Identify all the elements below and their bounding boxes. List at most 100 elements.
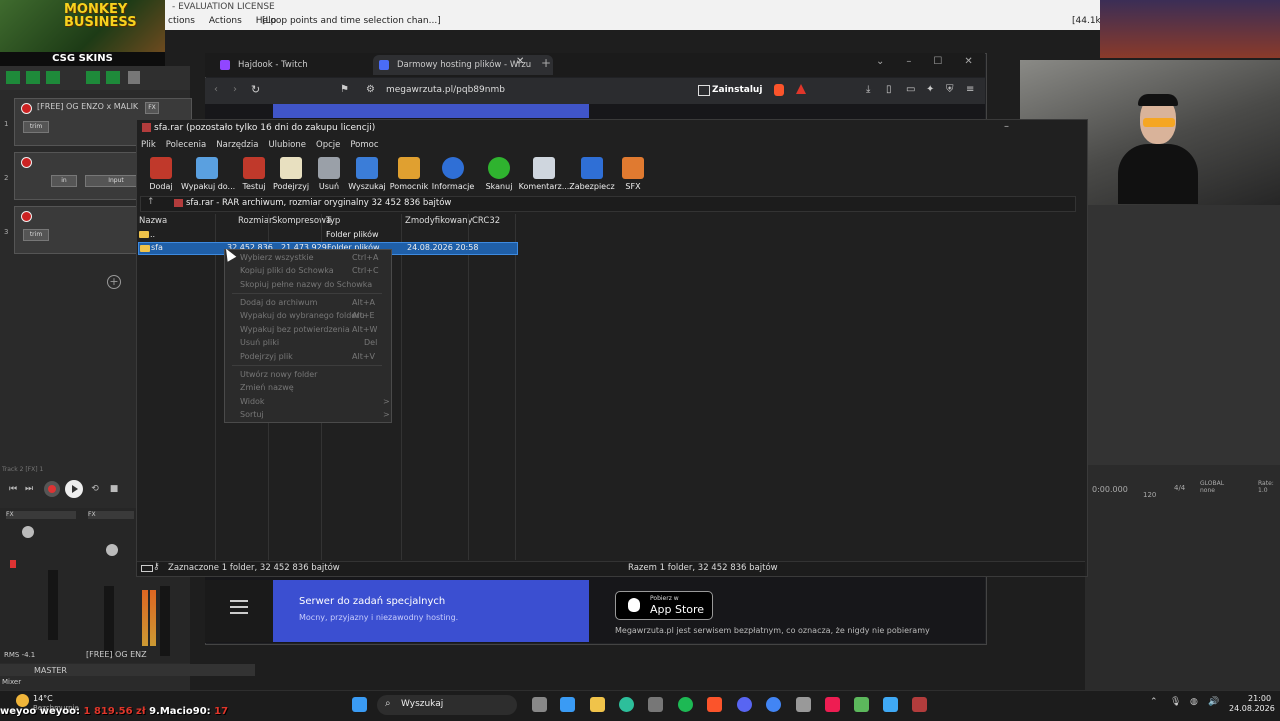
menu-item-tools[interactable]: Narzędzia [216, 140, 258, 150]
skip-forward-icon[interactable]: ⏭ [22, 482, 36, 496]
brave-icon[interactable] [707, 697, 722, 712]
url-input[interactable]: megawrzuta.pl/pqb89nmb [386, 85, 505, 95]
record-button[interactable] [44, 481, 60, 497]
stop-icon[interactable]: ■ [107, 482, 121, 496]
metronome-icon[interactable] [86, 71, 100, 84]
loop-icon[interactable]: ⟲ [88, 482, 102, 496]
clock-time[interactable]: 21:00 [1248, 694, 1271, 703]
settings-icon[interactable] [796, 697, 811, 712]
column-header-crc[interactable]: CRC32 [472, 216, 500, 226]
taskbar-search[interactable] [377, 695, 517, 715]
menu-item-options[interactable]: Opcje [316, 140, 340, 150]
context-menu-item[interactable]: Utwórz nowy folder [240, 370, 317, 379]
new-tab-icon[interactable]: + [541, 56, 551, 70]
global-control[interactable]: GLOBAL none [1200, 480, 1224, 494]
winrar-icon[interactable] [912, 697, 927, 712]
install-button[interactable]: Zainstaluj [712, 85, 762, 95]
chrome-icon[interactable] [766, 697, 781, 712]
context-menu-item[interactable]: Wypakuj bez potwierdzenia [240, 325, 350, 334]
menu-item-help[interactable]: Pomoc [350, 140, 378, 150]
bookmark-icon[interactable]: ⚑ [340, 84, 349, 95]
edge-icon[interactable] [619, 697, 634, 712]
toolbar-button[interactable]: Komentarz... [518, 157, 570, 191]
reload-icon[interactable]: ↻ [251, 83, 260, 96]
discord-icon[interactable] [737, 697, 752, 712]
daw-menu-item[interactable]: ctions [168, 16, 195, 26]
context-menu-item[interactable]: Sortuj [240, 410, 264, 419]
context-menu-item[interactable]: Kopiuj pliki do Schowka [240, 266, 334, 275]
hosting-ad[interactable] [273, 580, 589, 642]
windows-icon[interactable] [352, 697, 367, 712]
daw-menu-item[interactable]: Actions [209, 16, 242, 26]
back-icon[interactable]: ‹ [214, 84, 218, 95]
minimize-icon[interactable]: – [906, 56, 911, 67]
lock-icon[interactable] [128, 71, 140, 84]
chevron-up-icon[interactable]: ⌃ [1150, 697, 1158, 707]
xbox-icon[interactable] [648, 697, 663, 712]
pan-knob[interactable] [106, 544, 118, 556]
pan-knob[interactable] [22, 526, 34, 538]
trim-button[interactable]: trim [23, 121, 49, 133]
weather-temp[interactable]: 14°C [33, 694, 53, 703]
trim-button[interactable]: trim [23, 229, 49, 241]
menu-item-commands[interactable]: Polecenia [166, 140, 206, 150]
column-header-type[interactable]: Typ [326, 216, 340, 226]
menu-item-file[interactable]: Plik [141, 140, 156, 150]
microphone-icon[interactable]: 🎙 [1170, 697, 1181, 707]
explorer-icon[interactable] [590, 697, 605, 712]
up-arrow-icon[interactable]: ↑ [147, 197, 155, 207]
volume-icon[interactable]: 🔊 [1208, 697, 1219, 707]
time-signature[interactable]: 4/4 [1174, 484, 1185, 492]
play-button[interactable] [65, 480, 83, 498]
menu-item-favorites[interactable]: Ulubione [268, 140, 306, 150]
mixer-fx-button[interactable]: FX [88, 511, 134, 519]
toolbar-button[interactable]: SFX [607, 157, 659, 191]
leo-icon[interactable]: ✦ [926, 84, 934, 95]
network-icon[interactable]: ◍ [1190, 697, 1198, 707]
hamburger-icon[interactable] [230, 600, 248, 614]
toolbar-button[interactable]: Wypakuj do... [181, 157, 235, 191]
store-icon[interactable] [560, 697, 575, 712]
chevron-down-icon[interactable]: ⌄ [876, 56, 884, 67]
app-icon[interactable] [854, 697, 869, 712]
brave-shield-icon[interactable] [774, 84, 784, 96]
download-icon[interactable]: ⤓ [866, 84, 870, 95]
record-arm-icon[interactable] [21, 103, 32, 114]
skip-back-icon[interactable]: ⏮ [6, 482, 20, 496]
rate-control[interactable]: Rate: 1.0 [1258, 480, 1274, 494]
sidebar-icon[interactable]: ▯ [886, 84, 892, 95]
minimize-icon[interactable]: – [1004, 121, 1009, 132]
toolbar-button[interactable]: Informacje [427, 157, 479, 191]
spotify-icon[interactable] [678, 697, 693, 712]
context-menu-item[interactable]: Wypakuj do wybranego folderu [240, 311, 365, 320]
input-button[interactable]: in [51, 175, 77, 187]
toolbar-button[interactable]: Dodaj [135, 157, 187, 191]
column-header-modified[interactable]: Zmodyfikowany [405, 216, 472, 226]
close-tab-icon[interactable]: ✕ [516, 56, 524, 67]
master-fader[interactable] [48, 570, 58, 640]
context-menu-item[interactable]: Wybierz wszystkie [240, 253, 313, 262]
taskview-icon[interactable] [532, 697, 547, 712]
context-menu-item[interactable]: Podejrzyj plik [240, 352, 293, 361]
context-menu-item[interactable]: Widok [240, 397, 265, 406]
table-row[interactable]: .. Folder plików [138, 229, 516, 241]
tab-twitch[interactable]: Hajdook - Twitch [214, 55, 388, 75]
context-menu-item[interactable]: Dodaj do archiwum [240, 298, 317, 307]
context-menu-item[interactable]: Skopiuj pełne nazwy do Schowka [240, 280, 372, 289]
grid-icon[interactable] [6, 71, 20, 84]
record-arm-icon[interactable] [21, 211, 32, 222]
mixer-tab[interactable]: Mixer [2, 678, 21, 686]
fx-button[interactable]: FX [145, 102, 159, 114]
wallet-icon[interactable]: ▭ [906, 84, 915, 95]
column-header-name[interactable]: Nazwa [139, 216, 167, 226]
vpn-icon[interactable]: ⛨ [946, 84, 954, 95]
record-arm-icon[interactable] [21, 157, 32, 168]
add-track-icon[interactable]: + [107, 275, 121, 289]
snap-icon[interactable] [26, 71, 40, 84]
tempo-readout[interactable]: 120 [1143, 491, 1156, 499]
track-fader[interactable] [160, 586, 170, 656]
maximize-icon[interactable]: ☐ [933, 56, 942, 67]
ripple-icon[interactable] [46, 71, 60, 84]
context-menu-item[interactable]: Usuń pliki [240, 338, 279, 347]
brave-rewards-icon[interactable] [796, 84, 806, 94]
